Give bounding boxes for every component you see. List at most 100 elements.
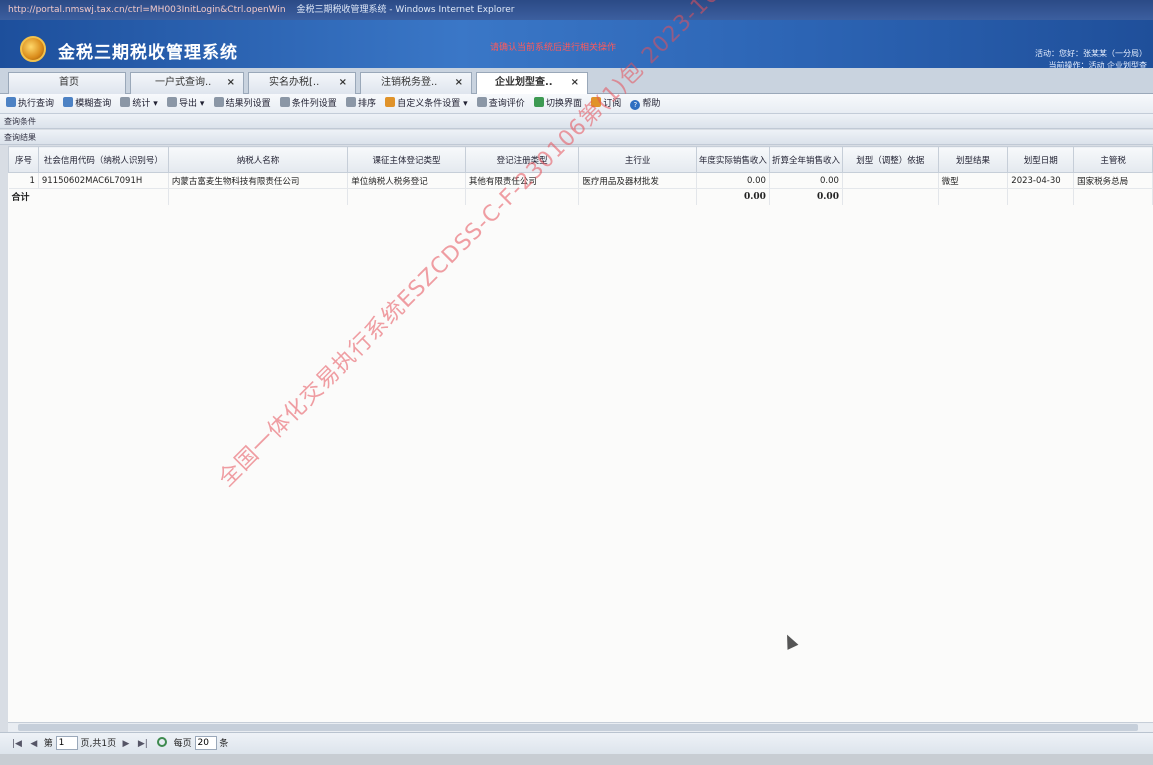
- page-number-input[interactable]: [55, 736, 78, 750]
- col-header[interactable]: 划型结果: [937, 146, 1009, 173]
- tab-enterprise-classification[interactable]: 企业划型查.. ×: [476, 72, 588, 95]
- col-header[interactable]: 年度实际销售收入: [695, 146, 770, 173]
- empty-cell: [578, 188, 697, 205]
- button-label: 帮助: [642, 99, 661, 109]
- col-header[interactable]: 纳税人名称: [167, 146, 349, 173]
- system-title: 金税三期税收管理系统: [58, 43, 238, 63]
- fuzzy-query-button[interactable]: 模糊查询: [63, 94, 112, 113]
- table-row[interactable]: 1 91150602MAC6L7091H 内蒙古富麦生物科技有限责任公司 单位纳…: [8, 172, 1153, 189]
- credit-code-cell: 91150602MAC6L7091H: [38, 172, 169, 189]
- tab-bar: 首页 一户式查询.. × 实名办税[.. × 注销税务登.. × 企业划型查..…: [0, 68, 1153, 95]
- search-icon: [6, 97, 16, 107]
- statistics-icon: [120, 97, 131, 107]
- taxpayer-name-cell: 内蒙古富麦生物科技有限责任公司: [168, 172, 349, 189]
- main-industry-cell: 医疗用品及器材批发: [578, 172, 697, 189]
- registration-type-cell: 单位纳税人税务登记: [347, 172, 466, 189]
- refresh-icon[interactable]: [156, 737, 167, 747]
- result-columns-button[interactable]: 结果列设置: [213, 94, 271, 113]
- help-icon: ?: [630, 100, 641, 110]
- scrollbar-thumb[interactable]: [18, 724, 1138, 731]
- first-page-icon[interactable]: |◀: [10, 733, 24, 755]
- export-button[interactable]: 导出 ▾: [167, 94, 204, 113]
- button-label: 条件列设置: [291, 99, 337, 109]
- tab-home[interactable]: 首页: [8, 72, 126, 94]
- user-greeting: 活动：您好：张某某（一分局）: [1035, 49, 1147, 58]
- app-banner: 金税三期税收管理系统 请确认当前系统后进行相关操作 活动：您好：张某某（一分局）…: [0, 20, 1153, 70]
- tax-authority-cell: 国家税务总局: [1073, 172, 1153, 189]
- grid-header-row: 序号 社会信用代码（纳税人识别号） 纳税人名称 课征主体登记类型 登记注册类型 …: [8, 146, 1153, 173]
- sort-button[interactable]: 排序: [346, 94, 377, 113]
- browser-title: 金税三期税收管理系统 - Windows Internet Explorer: [296, 5, 515, 15]
- tab-label: 首页: [59, 77, 79, 88]
- empty-cell: [938, 188, 1009, 205]
- total-row: 合计 0.00 0.00: [8, 188, 1153, 205]
- results-grid: 序号 社会信用代码（纳税人识别号） 纳税人名称 课征主体登记类型 登记注册类型 …: [8, 146, 1153, 722]
- button-label: 导出: [179, 99, 198, 109]
- page-prefix: 第: [43, 739, 53, 749]
- export-icon: [167, 97, 177, 107]
- tab-label: 实名办税[..: [269, 77, 320, 88]
- col-header[interactable]: 划型（调整）依据: [841, 146, 939, 173]
- total-converted-revenue: 0.00: [769, 188, 843, 205]
- switch-icon: [534, 97, 544, 107]
- prev-page-icon[interactable]: ◀: [27, 733, 41, 755]
- total-annual-revenue: 0.00: [696, 188, 770, 205]
- col-header[interactable]: 社会信用代码（纳税人识别号）: [37, 146, 169, 173]
- settings-icon: [385, 97, 396, 107]
- magnifier-icon: [63, 97, 74, 107]
- tab-label: 注销税务登..: [381, 77, 438, 88]
- per-page-suffix: 条: [219, 739, 229, 749]
- empty-cell: [842, 188, 939, 205]
- classification-basis-cell: [842, 172, 939, 189]
- execute-query-button[interactable]: 执行查询: [6, 94, 55, 113]
- col-header[interactable]: 划型日期: [1007, 146, 1075, 173]
- button-label: 自定义条件设置: [397, 99, 461, 109]
- button-label: 排序: [358, 99, 377, 109]
- browser-url: http://portal.nmswj.tax.cn/ctrl=MH003Ini…: [8, 5, 286, 15]
- query-review-button[interactable]: 查询评价: [476, 94, 525, 113]
- empty-cell: [1073, 188, 1153, 205]
- col-header[interactable]: 折算全年销售收入: [768, 146, 843, 173]
- help-button[interactable]: ? 帮助: [630, 94, 661, 113]
- close-icon[interactable]: ×: [455, 73, 463, 93]
- tax-emblem-icon: [20, 36, 46, 62]
- page-suffix: 页,共1页: [80, 739, 117, 749]
- col-header[interactable]: 序号: [8, 146, 39, 173]
- col-header[interactable]: 课征主体登记类型: [347, 146, 466, 173]
- condition-columns-button[interactable]: 条件列设置: [279, 94, 337, 113]
- close-icon[interactable]: ×: [571, 73, 579, 93]
- columns-icon: [213, 97, 224, 107]
- button-label: 结果列设置: [225, 99, 271, 109]
- browser-title-bar: http://portal.nmswj.tax.cn/ctrl=MH003Ini…: [0, 0, 1153, 20]
- annual-revenue-cell: 0.00: [696, 172, 770, 189]
- status-strip: [0, 754, 1153, 765]
- close-icon[interactable]: ×: [339, 73, 347, 93]
- statistics-button[interactable]: 统计 ▾: [120, 94, 158, 113]
- col-header[interactable]: 主行业: [578, 146, 697, 173]
- banner-notice: 请确认当前系统后进行相关操作: [490, 43, 617, 53]
- tab-label: 企业划型查..: [495, 77, 553, 88]
- horizontal-scrollbar[interactable]: [8, 722, 1153, 732]
- button-label: 统计: [132, 99, 151, 109]
- row-number: 1: [8, 172, 39, 189]
- tab-realname-tax[interactable]: 实名办税[.. ×: [248, 72, 356, 94]
- custom-conditions-button[interactable]: 自定义条件设置 ▾: [385, 94, 468, 113]
- results-table: 序号 社会信用代码（纳税人识别号） 纳税人名称 课征主体登记类型 登记注册类型 …: [8, 146, 1153, 205]
- review-icon: [476, 97, 487, 107]
- col-header[interactable]: 主管税: [1073, 146, 1153, 173]
- sort-icon: [346, 97, 356, 107]
- next-page-icon[interactable]: ▶: [119, 733, 133, 755]
- converted-revenue-cell: 0.00: [769, 172, 843, 189]
- pagination-bar: |◀ ◀ 第 页,共1页 ▶ ▶| 每页 条: [0, 732, 1153, 754]
- empty-cell: [168, 188, 349, 205]
- tab-one-household-query[interactable]: 一户式查询.. ×: [130, 72, 244, 94]
- close-icon[interactable]: ×: [227, 73, 235, 93]
- button-label: 执行查询: [18, 99, 55, 109]
- per-page-input[interactable]: [194, 736, 217, 750]
- tab-label: 一户式查询..: [155, 77, 212, 88]
- per-page-prefix: 每页: [173, 739, 192, 749]
- last-page-icon[interactable]: ▶|: [136, 733, 150, 755]
- classification-result-cell: 微型: [938, 172, 1009, 189]
- tab-deregistration[interactable]: 注销税务登.. ×: [360, 72, 472, 94]
- button-label: 模糊查询: [75, 99, 112, 109]
